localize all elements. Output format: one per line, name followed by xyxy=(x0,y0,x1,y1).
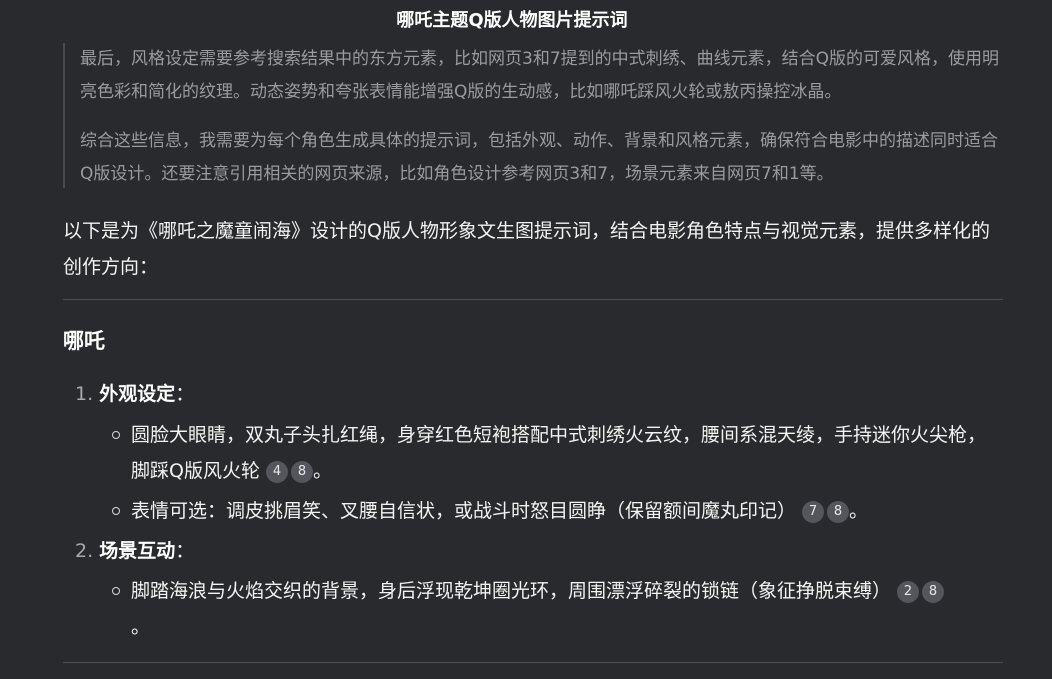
list-number: 2. xyxy=(75,540,94,562)
divider xyxy=(63,662,1003,663)
citation-badge[interactable]: 2 xyxy=(897,581,920,603)
citation-badge[interactable]: 4 xyxy=(265,461,288,483)
chat-page: 哪吒主题Q版人物图片提示词 最后，风格设定需要参考搜索结果中的东方元素，比如网页… xyxy=(0,0,1052,679)
list-item-text: 脚踏海浪与火焰交织的背景，身后浮现乾坤圈光环，周围漂浮碎裂的锁链（象征挣脱束缚） xyxy=(131,580,892,602)
list-number: 1. xyxy=(75,383,94,405)
ordered-list-item: 1. 外观设定： xyxy=(75,379,194,409)
bullet-icon xyxy=(112,576,124,606)
citation-badge[interactable]: 8 xyxy=(827,501,850,523)
list-item-colon: ： xyxy=(175,540,195,562)
thinking-paragraph: 最后，风格设定需要参考搜索结果中的东方元素，比如网页3和7提到的中式刺绣、曲线元… xyxy=(80,49,1000,102)
bullet-icon xyxy=(112,496,124,526)
citation-badge[interactable]: 8 xyxy=(922,581,945,603)
bullet-icon xyxy=(112,420,124,450)
ordered-list-item: 2. 场景互动： xyxy=(75,536,194,566)
page-title: 哪吒主题Q版人物图片提示词 xyxy=(396,10,628,31)
list-item-colon: ： xyxy=(175,383,195,405)
thinking-paragraph: 综合这些信息，我需要为每个角色生成具体的提示词，包括外观、动作、背景和风格元素，… xyxy=(80,131,998,184)
intro-paragraph: 以下是为《哪吒之魔童闹海》设计的Q版人物形象文生图提示词，结合电影角色特点与视觉… xyxy=(63,220,990,278)
section-heading: 哪吒 xyxy=(63,329,105,353)
list-item: 脚踏海浪与火焰交织的背景，身后浮现乾坤圈光环，周围漂浮碎裂的锁链（象征挣脱束缚）… xyxy=(131,573,1003,645)
list-item-label: 外观设定 xyxy=(99,383,176,405)
list-item-end: 。 xyxy=(312,460,332,482)
list-item-end: 。 xyxy=(131,616,151,638)
citation-badge[interactable]: 7 xyxy=(802,501,825,523)
thinking-block: 最后，风格设定需要参考搜索结果中的东方元素，比如网页3和7提到的中式刺绣、曲线元… xyxy=(63,43,1005,188)
list-item-label: 场景互动 xyxy=(99,540,176,562)
list-item: 圆脸大眼睛，双丸子头扎红绳，身穿红色短袍搭配中式刺绣火云纹，腰间系混天绫，手持迷… xyxy=(131,417,1003,489)
list-item-text: 表情可选：调皮挑眉笑、叉腰自信状，或战斗时怒目圆睁（保留额间魔丸印记） xyxy=(131,500,797,522)
list-item-text: 圆脸大眼睛，双丸子头扎红绳，身穿红色短袍搭配中式刺绣火云纹，腰间系混天绫，手持迷… xyxy=(131,424,987,482)
list-item-end: 。 xyxy=(849,500,869,522)
divider xyxy=(63,299,1003,300)
list-item: 表情可选：调皮挑眉笑、叉腰自信状，或战斗时怒目圆睁（保留额间魔丸印记） 7 8。 xyxy=(131,493,1003,529)
citation-badge[interactable]: 8 xyxy=(290,461,313,483)
